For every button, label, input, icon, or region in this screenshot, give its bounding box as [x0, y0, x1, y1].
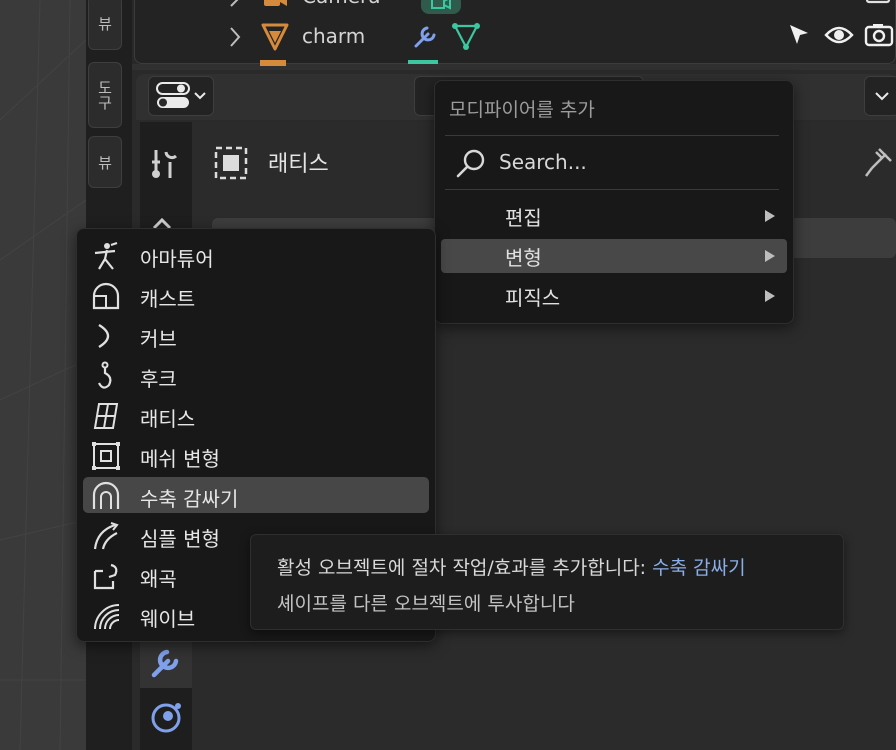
search-icon [456, 149, 485, 178]
menu-item-lattice[interactable]: 래티스 [83, 397, 429, 433]
svg-text:···: ··· [30, 0, 43, 6]
mesh-cone-icon [261, 23, 289, 51]
tool-icon[interactable] [148, 146, 184, 182]
mesh-deform-icon [92, 442, 120, 470]
menu-item-cast[interactable]: 캐스트 [83, 277, 429, 313]
physics-icon[interactable] [148, 700, 184, 736]
render-camera-icon[interactable] [864, 0, 892, 6]
tooltip: 활성 오브젝트에 절차 작업/효과를 추가합니다: 수축 감싸기 셰이프를 다른… [250, 534, 844, 630]
simple-deform-icon [93, 522, 119, 550]
wrench-icon [151, 649, 179, 678]
next-row-icon-stub [260, 60, 286, 66]
menu-title: 모디파이어를 추가 [449, 99, 595, 121]
armature-icon [94, 241, 118, 270]
curve-icon [98, 323, 110, 349]
divider [445, 135, 779, 136]
lattice-object-icon [214, 146, 248, 180]
sidebar-tab-view[interactable]: 뷰 [88, 0, 122, 50]
options-dropdown[interactable] [864, 76, 896, 116]
menu-item-armature[interactable]: 아마튜어 [83, 237, 429, 273]
divider [445, 189, 779, 190]
editor-type-dropdown[interactable] [148, 76, 214, 116]
add-modifier-menu: 모디파이어를 추가 Search... 편집 변형 피직스 [434, 80, 794, 324]
tooltip-modifier-name: 수축 감싸기 [652, 557, 746, 579]
modifier-wrench-icon[interactable] [410, 20, 442, 52]
submenu-arrow-icon [765, 290, 775, 302]
tooltip-detail: 셰이프를 다른 오브젝트에 투사합니다 [277, 593, 575, 615]
mesh-data-icon[interactable] [450, 20, 482, 52]
visibility-eye-icon[interactable] [826, 0, 854, 6]
menu-search-field[interactable]: Search... [445, 137, 779, 189]
menu-item-hook[interactable]: 후크 [83, 357, 429, 393]
menu-item-edit[interactable]: 편집 [441, 199, 787, 233]
select-icon[interactable] [786, 0, 806, 6]
expand-chevron-icon[interactable] [228, 26, 242, 48]
lattice-icon [93, 403, 119, 429]
expand-chevron-icon[interactable] [228, 0, 242, 8]
3d-viewport[interactable]: ··· [0, 0, 86, 750]
cast-icon [92, 282, 120, 310]
camera-data-icon[interactable] [420, 0, 462, 16]
outliner-row-charm[interactable]: charm [228, 22, 788, 52]
shrinkwrap-icon [92, 481, 120, 509]
selectable-arrow-icon[interactable] [786, 22, 812, 48]
submenu-arrow-icon [765, 210, 775, 222]
properties-editor-icon [156, 82, 206, 108]
hook-icon [98, 361, 112, 389]
menu-item-mesh-deform[interactable]: 메쉬 변형 [83, 437, 429, 473]
menu-item-physics[interactable]: 피직스 [441, 279, 787, 313]
visibility-eye-icon[interactable] [824, 22, 854, 48]
sidebar-tab-view-2[interactable]: 뷰 [88, 136, 122, 188]
menu-item-shrinkwrap[interactable]: 수축 감싸기 [83, 477, 429, 513]
tooltip-description: 활성 오브젝트에 절차 작업/효과를 추가합니다: 수축 감싸기 [277, 557, 746, 579]
chevron-down-icon [875, 92, 889, 101]
modifier-object-name: 래티스 [268, 152, 329, 177]
wave-icon [94, 604, 120, 630]
warp-icon [93, 563, 118, 590]
tab-modifiers[interactable] [140, 636, 192, 688]
menu-item-curve[interactable]: 커브 [83, 317, 429, 353]
next-row-data-stub [408, 60, 438, 64]
menu-item-deform[interactable]: 변형 [441, 239, 787, 273]
search-placeholder: Search... [499, 150, 587, 174]
render-camera-icon[interactable] [864, 22, 894, 48]
submenu-arrow-icon [765, 250, 775, 262]
sidebar-tab-tool[interactable]: 도구 [88, 62, 122, 128]
camera-object-icon [264, 0, 287, 6]
pin-icon[interactable] [862, 144, 896, 180]
viewport-grid: ··· [0, 0, 86, 750]
